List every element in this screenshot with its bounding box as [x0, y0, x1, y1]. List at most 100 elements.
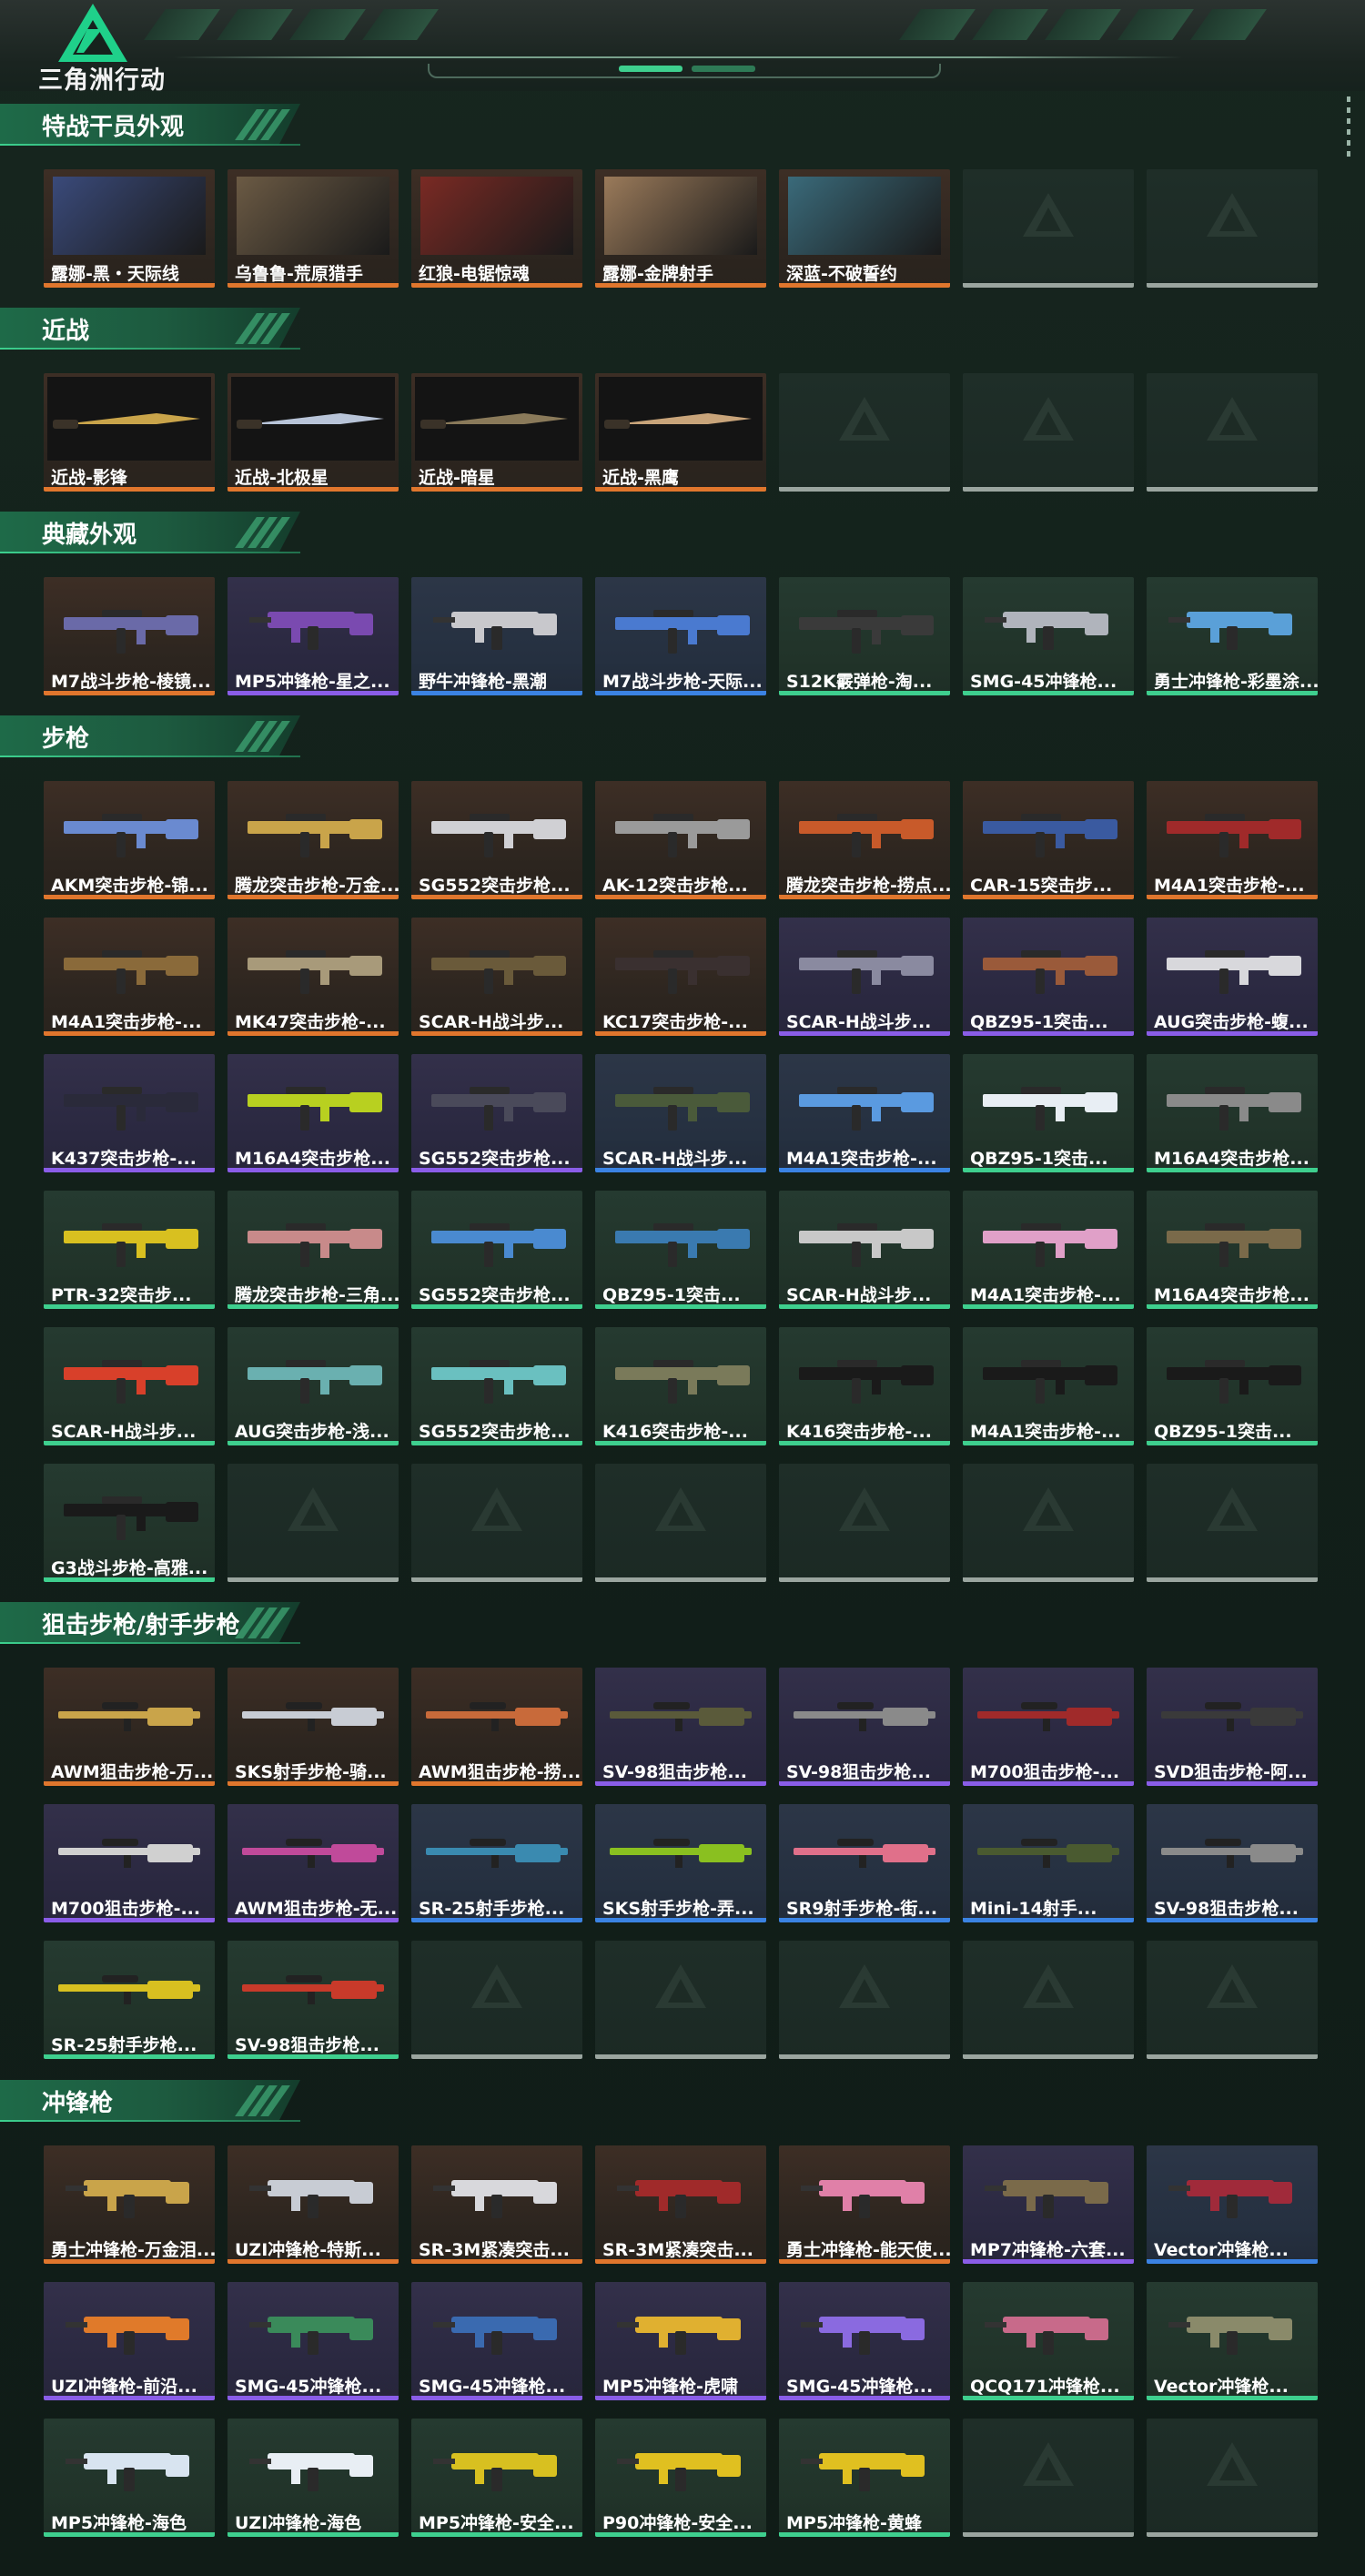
item-card[interactable]: SV-98狙击步枪... — [595, 1668, 766, 1786]
item-card[interactable]: MP5冲锋枪-星之... — [228, 577, 399, 695]
item-card[interactable]: M16A4突击步枪... — [228, 1054, 399, 1172]
item-thumbnail — [44, 2145, 215, 2236]
item-card[interactable]: MP5冲锋枪-黄蜂 — [779, 2419, 950, 2537]
item-card[interactable]: AWM狙击步枪-捞... — [411, 1668, 582, 1786]
item-card[interactable]: 红狼-电锯惊魂 — [411, 169, 582, 288]
item-card[interactable]: SMG-45冲锋枪... — [779, 2282, 950, 2400]
item-card[interactable]: QCQ171冲锋枪... — [963, 2282, 1134, 2400]
item-card[interactable]: PTR-32突击步... — [44, 1191, 215, 1309]
item-card[interactable]: SMG-45冲锋枪... — [411, 2282, 582, 2400]
item-card[interactable]: SCAR-H战斗步... — [779, 1191, 950, 1309]
item-card[interactable]: CAR-15突击步... — [963, 781, 1134, 899]
item-card[interactable]: Mini-14射手... — [963, 1804, 1134, 1922]
item-card[interactable]: S12K霰弹枪-淘... — [779, 577, 950, 695]
item-card[interactable]: P90冲锋枪-安全... — [595, 2419, 766, 2537]
item-name: SR-25射手步枪... — [51, 2035, 197, 2054]
item-card[interactable]: SR-3M紧凑突击... — [595, 2145, 766, 2264]
item-card[interactable]: MP7冲锋枪-六套... — [963, 2145, 1134, 2264]
item-card[interactable]: AUG突击步枪-浅... — [228, 1327, 399, 1445]
item-name: 露娜-黑・天际线 — [51, 264, 179, 282]
item-card[interactable]: SCAR-H战斗步... — [779, 918, 950, 1036]
item-card[interactable]: AUG突击步枪-蝮... — [1147, 918, 1318, 1036]
item-card[interactable]: M4A1突击步枪-... — [779, 1054, 950, 1172]
item-card[interactable]: Vector冲锋枪... — [1147, 2145, 1318, 2264]
item-card[interactable]: 腾龙突击步枪-万金... — [228, 781, 399, 899]
item-card[interactable]: 近战-暗星 — [411, 373, 582, 492]
item-card[interactable]: 勇士冲锋枪-能天使... — [779, 2145, 950, 2264]
item-card[interactable]: SV-98狙击步枪... — [228, 1941, 399, 2059]
item-card[interactable]: 深蓝-不破誓约 — [779, 169, 950, 288]
item-card[interactable]: 野牛冲锋枪-黑潮 — [411, 577, 582, 695]
item-card[interactable]: MP5冲锋枪-虎啸 — [595, 2282, 766, 2400]
item-card[interactable]: SR-25射手步枪... — [44, 1941, 215, 2059]
item-card[interactable]: QBZ95-1突击... — [595, 1191, 766, 1309]
item-card[interactable]: 勇士冲锋枪-万金泪... — [44, 2145, 215, 2264]
item-card[interactable]: M700狙击步枪-... — [963, 1668, 1134, 1786]
smg-icon — [249, 2453, 373, 2491]
item-card[interactable]: M4A1突击步枪-... — [963, 1191, 1134, 1309]
item-card[interactable]: SV-98狙击步枪... — [1147, 1804, 1318, 1922]
rarity-bar — [779, 1304, 950, 1309]
item-card[interactable]: SKS射手步枪-弄... — [595, 1804, 766, 1922]
item-card[interactable]: 乌鲁鲁-荒原猎手 — [228, 169, 399, 288]
empty-slot — [228, 1464, 399, 1582]
item-card[interactable]: QBZ95-1突击... — [963, 918, 1134, 1036]
item-card[interactable]: M4A1突击步枪-... — [44, 918, 215, 1036]
item-card[interactable]: MK47突击步枪-... — [228, 918, 399, 1036]
item-card[interactable]: 露娜-金牌射手 — [595, 169, 766, 288]
item-card[interactable]: AK-12突击步枪... — [595, 781, 766, 899]
item-card[interactable]: M16A4突击步枪... — [1147, 1054, 1318, 1172]
item-card[interactable]: AWM狙击步枪-万... — [44, 1668, 215, 1786]
scroll-indicator[interactable] — [1347, 96, 1350, 160]
item-card[interactable]: SG552突击步枪... — [411, 1191, 582, 1309]
item-card[interactable]: SR9射手步枪-街... — [779, 1804, 950, 1922]
placeholder-logo-icon — [1023, 1487, 1074, 1531]
item-card[interactable]: 露娜-黑・天际线 — [44, 169, 215, 288]
rarity-bar — [595, 691, 766, 695]
item-card[interactable]: 腾龙突击步枪-三角... — [228, 1191, 399, 1309]
item-card[interactable]: SCAR-H战斗步... — [411, 918, 582, 1036]
item-card[interactable]: 腾龙突击步枪-捞点... — [779, 781, 950, 899]
item-card[interactable]: SVD狙击步枪-阿... — [1147, 1668, 1318, 1786]
item-card[interactable]: SG552突击步枪... — [411, 1327, 582, 1445]
item-card[interactable]: 近战-北极星 — [228, 373, 399, 492]
item-card[interactable]: 近战-黑鹰 — [595, 373, 766, 492]
item-card[interactable]: M700狙击步枪-... — [44, 1804, 215, 1922]
item-card[interactable]: SCAR-H战斗步... — [44, 1327, 215, 1445]
item-card[interactable]: QBZ95-1突击... — [1147, 1327, 1318, 1445]
item-card[interactable]: SMG-45冲锋枪... — [963, 577, 1134, 695]
item-card[interactable]: SG552突击步枪... — [411, 781, 582, 899]
item-card[interactable]: M4A1突击步枪-... — [1147, 781, 1318, 899]
item-card[interactable]: MP5冲锋枪-海色 — [44, 2419, 215, 2537]
item-card[interactable]: UZI冲锋枪-海色 — [228, 2419, 399, 2537]
item-card[interactable]: SV-98狙击步枪... — [779, 1668, 950, 1786]
item-card[interactable]: SR-25射手步枪... — [411, 1804, 582, 1922]
item-card[interactable]: SKS射手步枪-骑... — [228, 1668, 399, 1786]
item-card[interactable]: M7战斗步枪-棱镜... — [44, 577, 215, 695]
item-card[interactable]: UZI冲锋枪-前沿... — [44, 2282, 215, 2400]
item-card[interactable]: Vector冲锋枪... — [1147, 2282, 1318, 2400]
item-card[interactable]: K437突击步枪-... — [44, 1054, 215, 1172]
item-name: SR-3M紧凑突击... — [602, 2240, 753, 2258]
rifle-icon — [64, 814, 198, 857]
item-card[interactable]: K416突击步枪-... — [595, 1327, 766, 1445]
smg-icon — [433, 2453, 557, 2491]
item-card[interactable]: UZI冲锋枪-特斯... — [228, 2145, 399, 2264]
item-card[interactable]: 勇士冲锋枪-彩墨涂... — [1147, 577, 1318, 695]
item-card[interactable]: M7战斗步枪-天际... — [595, 577, 766, 695]
item-card[interactable]: SCAR-H战斗步... — [595, 1054, 766, 1172]
item-card[interactable]: M4A1突击步枪-... — [963, 1327, 1134, 1445]
item-card[interactable]: SG552突击步枪... — [411, 1054, 582, 1172]
item-card[interactable]: MP5冲锋枪-安全... — [411, 2419, 582, 2537]
item-card[interactable]: KC17突击步枪-... — [595, 918, 766, 1036]
item-card[interactable]: QBZ95-1突击... — [963, 1054, 1134, 1172]
rifle-icon — [615, 1360, 750, 1404]
item-card[interactable]: AKM突击步枪-锦... — [44, 781, 215, 899]
item-card[interactable]: SMG-45冲锋枪... — [228, 2282, 399, 2400]
item-card[interactable]: AWM狙击步枪-无... — [228, 1804, 399, 1922]
item-card[interactable]: 近战-影锋 — [44, 373, 215, 492]
item-card[interactable]: M16A4突击步枪... — [1147, 1191, 1318, 1309]
item-card[interactable]: K416突击步枪-... — [779, 1327, 950, 1445]
item-card[interactable]: G3战斗步枪-高雅... — [44, 1464, 215, 1582]
item-card[interactable]: SR-3M紧凑突击... — [411, 2145, 582, 2264]
